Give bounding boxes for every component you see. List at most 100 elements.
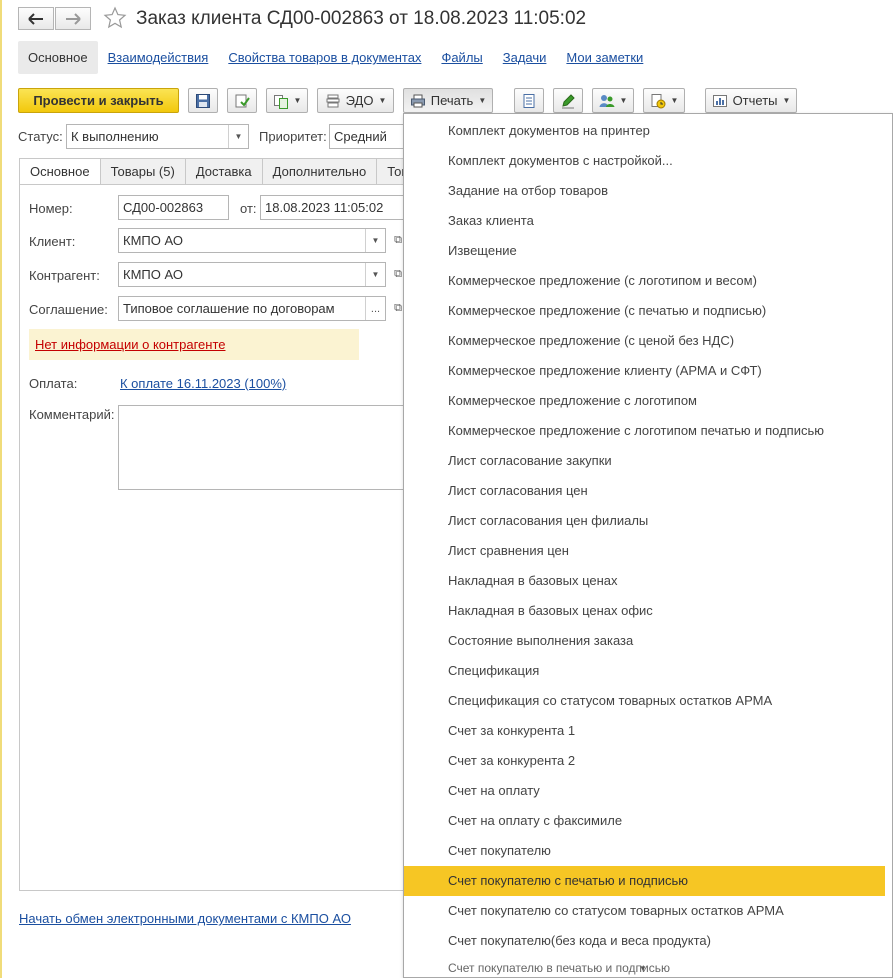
chevron-down-icon: ▼: [378, 96, 387, 105]
print-menu-item[interactable]: Задание на отбор товаров: [404, 176, 885, 206]
print-menu-item[interactable]: Коммерческое предложение (с логотипом и …: [404, 266, 885, 296]
ellipsis-icon[interactable]: ...: [365, 297, 385, 320]
save-button[interactable]: [188, 88, 218, 113]
print-menu-item[interactable]: Состояние выполнения заказа: [404, 626, 885, 656]
post-document-icon: [235, 94, 250, 107]
payment-link[interactable]: К оплате 16.11.2023 (100%): [120, 376, 286, 391]
arrow-left-icon: [28, 12, 43, 25]
print-menu-item[interactable]: Заказ клиента: [404, 206, 885, 236]
print-menu-item[interactable]: Спецификация: [404, 656, 885, 686]
tab-interactions[interactable]: Взаимодействия: [98, 41, 219, 74]
status-value: К выполнению: [71, 129, 159, 144]
chevron-down-icon: ▼: [782, 96, 791, 105]
print-menu: Комплект документов на принтер Комплект …: [403, 113, 893, 978]
print-menu-item[interactable]: Лист согласования цен: [404, 476, 885, 506]
no-counterparty-info-link[interactable]: Нет информации о контрагенте: [35, 337, 226, 352]
forward-button[interactable]: [55, 7, 91, 30]
tab-basic[interactable]: Основное: [19, 158, 101, 185]
comment-textarea[interactable]: [118, 405, 409, 490]
tab-product-properties[interactable]: Свойства товаров в документах: [218, 41, 431, 74]
window-edge: [0, 0, 2, 978]
counterparty-field[interactable]: КМПО АО ▼: [118, 262, 386, 287]
status-select[interactable]: К выполнению ▼: [66, 124, 249, 149]
edo-stack-icon: [326, 94, 340, 107]
payment-label: Оплата:: [29, 376, 78, 391]
print-menu-item[interactable]: Коммерческое предложение (с ценой без НД…: [404, 326, 885, 356]
chevron-down-icon[interactable]: ▼: [365, 229, 385, 252]
agreement-label: Соглашение:: [29, 302, 108, 317]
print-menu-item[interactable]: Счет на оплату с факсимиле: [404, 806, 885, 836]
back-button[interactable]: [18, 7, 54, 30]
print-menu-item[interactable]: Лист согласования цен филиалы: [404, 506, 885, 536]
agreement-field[interactable]: Типовое соглашение по договорам ...: [118, 296, 386, 321]
post-button[interactable]: [227, 88, 257, 113]
document-clock-icon: [651, 93, 666, 108]
tab-goods[interactable]: Товары (5): [100, 158, 186, 185]
reports-button[interactable]: Отчеты ▼: [705, 88, 797, 113]
tab-main[interactable]: Основное: [18, 41, 98, 74]
print-menu-item[interactable]: Коммерческое предложение с логотипом: [404, 386, 885, 416]
client-field[interactable]: КМПО АО ▼: [118, 228, 386, 253]
print-menu-item[interactable]: Накладная в базовых ценах: [404, 566, 885, 596]
chevron-down-icon[interactable]: ▼: [365, 263, 385, 286]
tab-files[interactable]: Файлы: [431, 41, 492, 74]
print-menu-item[interactable]: Счет покупателю(без кода и веса продукта…: [404, 926, 885, 956]
chevron-down-icon: ▼: [619, 96, 628, 105]
print-menu-item[interactable]: Счет за конкурента 1: [404, 716, 885, 746]
chevron-down-icon: ▼: [478, 96, 487, 105]
create-based-on-button[interactable]: ▼: [266, 88, 308, 113]
users-button[interactable]: ▼: [592, 88, 634, 113]
date-value: 18.08.2023 11:05:02: [265, 200, 384, 215]
section-tabs: Основное Взаимодействия Свойства товаров…: [18, 41, 653, 74]
agreement-value: Типовое соглашение по договорам: [123, 301, 335, 316]
print-menu-item[interactable]: Накладная в базовых ценах офис: [404, 596, 885, 626]
priority-select[interactable]: Средний: [329, 124, 409, 149]
pen-icon: [562, 93, 575, 108]
reports-label: Отчеты: [732, 93, 778, 108]
print-menu-item[interactable]: Коммерческое предложение с логотипом печ…: [404, 416, 885, 446]
post-and-close-button[interactable]: Провести и закрыть: [18, 88, 179, 113]
client-value: КМПО АО: [123, 233, 183, 248]
list-icon: [523, 93, 535, 108]
print-menu-item[interactable]: Комплект документов с настройкой...: [404, 146, 885, 176]
form-panel: [19, 184, 409, 891]
date-field[interactable]: 18.08.2023 11:05:02: [260, 195, 409, 220]
start-edo-link[interactable]: Начать обмен электронными документами с …: [19, 911, 351, 926]
print-menu-item[interactable]: Коммерческое предложение (с печатью и по…: [404, 296, 885, 326]
scroll-down-icon[interactable]: ▼: [639, 964, 647, 973]
tab-tasks[interactable]: Задачи: [493, 41, 557, 74]
status-label: Статус:: [18, 129, 63, 144]
priority-label: Приоритет:: [259, 129, 327, 144]
edit-button[interactable]: [553, 88, 583, 113]
print-menu-item[interactable]: Спецификация со статусом товарных остатк…: [404, 686, 885, 716]
tab-delivery[interactable]: Доставка: [185, 158, 263, 185]
print-menu-item[interactable]: Счет за конкурента 2: [404, 746, 885, 776]
edo-button[interactable]: ЭДО ▼: [317, 88, 394, 113]
document-journal-button[interactable]: [514, 88, 544, 113]
favorite-star-icon[interactable]: [103, 6, 127, 30]
print-menu-item[interactable]: Коммерческое предложение клиенту (АРМА и…: [404, 356, 885, 386]
date-label: от:: [240, 201, 257, 216]
number-label: Номер:: [29, 201, 73, 216]
print-menu-item-partial[interactable]: Счет покупателю в печатью и подписью: [448, 961, 670, 975]
comment-label: Комментарий:: [29, 407, 115, 422]
print-menu-item[interactable]: Лист согласование закупки: [404, 446, 885, 476]
report-icon: [712, 94, 727, 107]
print-menu-item[interactable]: Счет покупателю: [404, 836, 885, 866]
print-menu-item[interactable]: Счет на оплату: [404, 776, 885, 806]
number-field[interactable]: СД00-002863: [118, 195, 229, 220]
chevron-down-icon: ▼: [670, 96, 679, 105]
print-menu-item-highlighted[interactable]: Счет покупателю с печатью и подписью: [404, 866, 885, 896]
print-menu-item[interactable]: Лист сравнения цен: [404, 536, 885, 566]
tab-my-notes[interactable]: Мои заметки: [556, 41, 653, 74]
counterparty-value: КМПО АО: [123, 267, 183, 282]
client-label: Клиент:: [29, 234, 76, 249]
print-button[interactable]: Печать ▼: [403, 88, 493, 113]
print-menu-item[interactable]: Извещение: [404, 236, 885, 266]
tab-additional[interactable]: Дополнительно: [262, 158, 378, 185]
related-docs-button[interactable]: ▼: [643, 88, 685, 113]
chevron-down-icon[interactable]: ▼: [228, 125, 248, 148]
form-tabs: Основное Товары (5) Доставка Дополнитель…: [19, 158, 427, 185]
print-menu-item[interactable]: Комплект документов на принтер: [404, 116, 885, 146]
print-menu-item[interactable]: Счет покупателю со статусом товарных ост…: [404, 896, 885, 926]
